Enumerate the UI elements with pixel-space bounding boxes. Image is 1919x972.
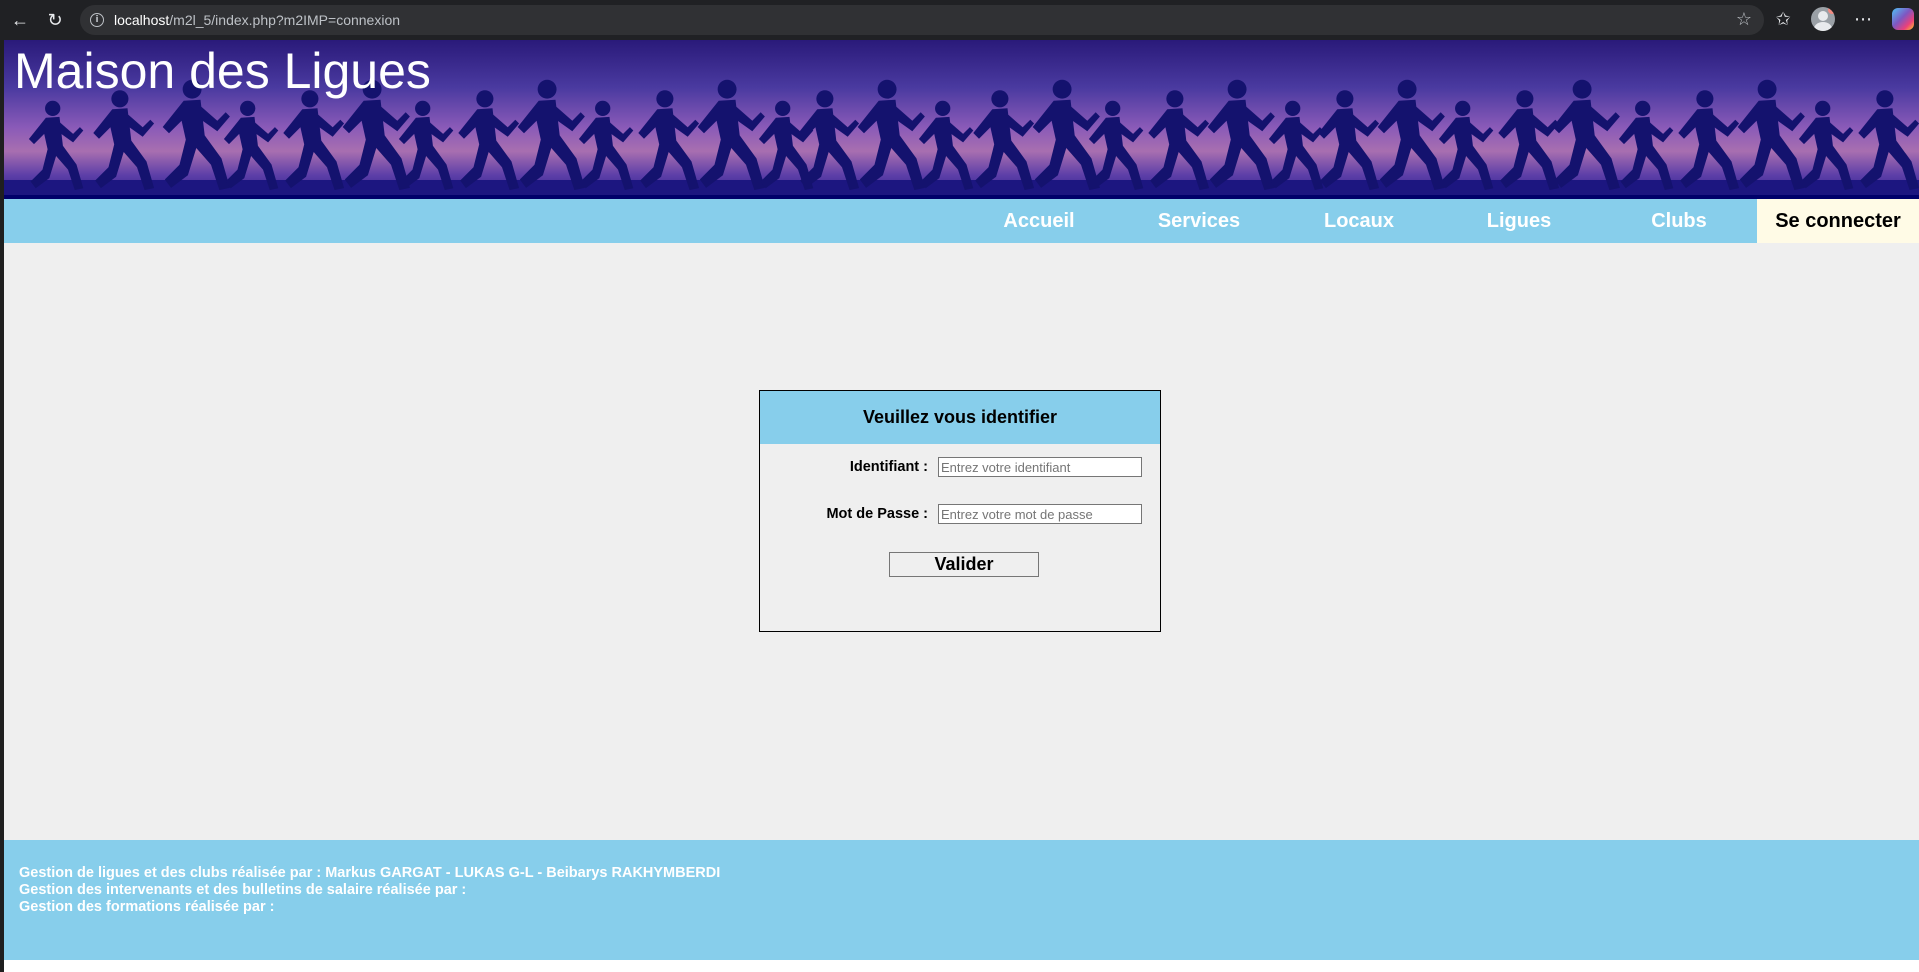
username-label: Identifiant : [849, 459, 928, 475]
username-row: Identifiant : [760, 457, 1142, 477]
password-row: Mot de Passe : [760, 504, 1142, 524]
footer: Gestion de ligues et des clubs réalisée … [4, 840, 1919, 960]
more-menu-icon[interactable]: ⋯ [1850, 6, 1876, 32]
login-heading: Veuillez vous identifier [760, 391, 1160, 444]
header-banner: Maison des Ligues [4, 40, 1919, 199]
password-label: Mot de Passe : [826, 506, 928, 522]
favorites-icon[interactable]: ✩ [1770, 6, 1796, 32]
footer-line: Gestion des formations réalisée par : [19, 899, 275, 915]
submit-button[interactable]: Valider [889, 552, 1039, 577]
page: Maison des Ligues Accueil Services Locau… [4, 40, 1919, 972]
browser-actions: ✩ ⋯ [1770, 6, 1916, 32]
menu-item-locaux[interactable]: Locaux [1284, 199, 1434, 243]
username-input[interactable] [938, 457, 1142, 477]
menu-item-clubs[interactable]: Clubs [1604, 199, 1754, 243]
footer-line: Gestion de ligues et des clubs réalisée … [19, 865, 721, 881]
site-info-icon[interactable]: i [90, 13, 104, 27]
url-text[interactable]: localhost/m2l_5/index.php?m2IMP=connexio… [114, 12, 400, 28]
main-menu: Accueil Services Locaux Ligues Clubs Se … [4, 199, 1919, 243]
back-arrow-icon[interactable]: ← [8, 8, 32, 32]
menu-item-accueil[interactable]: Accueil [964, 199, 1114, 243]
login-form: Veuillez vous identifier Identifiant : M… [759, 390, 1161, 632]
url-path: /m2l_5/index.php?m2IMP=connexion [169, 12, 401, 28]
reload-icon[interactable]: ↻ [43, 8, 67, 32]
menu-item-se-connecter[interactable]: Se connecter [1757, 199, 1919, 243]
footer-credits: Gestion de ligues et des clubs réalisée … [19, 865, 720, 916]
url-host: localhost [114, 12, 170, 28]
page-bottom [4, 960, 1919, 972]
address-bar[interactable]: i localhost/m2l_5/index.php?m2IMP=connex… [80, 5, 1764, 35]
footer-line: Gestion des intervenants et des bulletin… [19, 882, 467, 898]
avatar [1811, 7, 1835, 31]
site-title: Maison des Ligues [14, 43, 431, 99]
star-icon[interactable]: ☆ [1736, 9, 1752, 30]
menu-item-ligues[interactable]: Ligues [1444, 199, 1594, 243]
password-input[interactable] [938, 504, 1142, 524]
profile-avatar[interactable] [1810, 6, 1836, 32]
browser-toolbar: ← ↻ i localhost/m2l_5/index.php?m2IMP=co… [0, 0, 1919, 40]
copilot-icon[interactable] [1890, 6, 1916, 32]
menu-item-services[interactable]: Services [1124, 199, 1274, 243]
